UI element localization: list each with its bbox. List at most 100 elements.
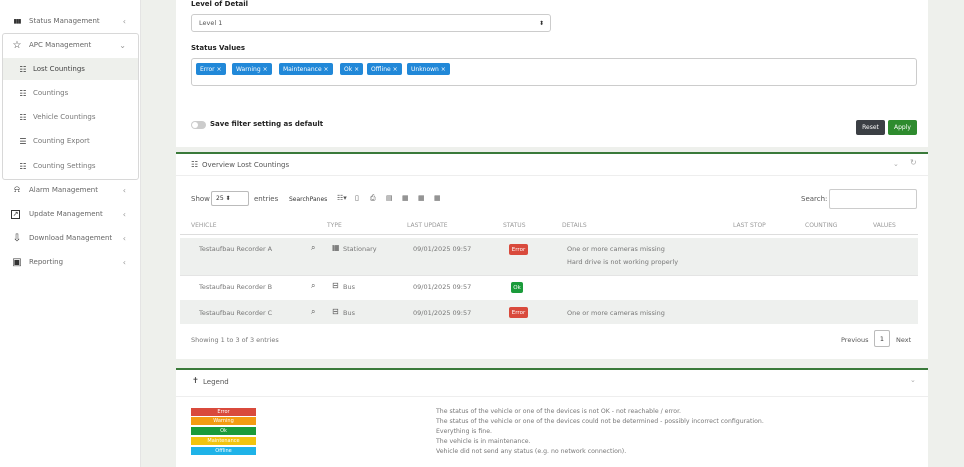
sidebar-item-label: Lost Countings: [33, 65, 85, 73]
collapse-icon[interactable]: ⌄: [893, 160, 899, 168]
legend-text-offline: Vehicle did not send any status (e.g. no…: [436, 448, 627, 455]
sidebar-item-label: Reporting: [29, 258, 64, 266]
column-header-counting[interactable]: Counting: [805, 222, 837, 229]
sidebar-item-label: Alarm Management: [29, 186, 98, 194]
search-icon[interactable]: ⌕: [311, 307, 315, 317]
details-line: One or more cameras missing: [567, 245, 665, 253]
sidebar-item-apc-management[interactable]: ☆ APC Management ⌄: [0, 34, 140, 56]
status-tag-error[interactable]: Error ×: [196, 63, 226, 75]
report-icon: ▣: [12, 256, 22, 268]
legend-swatch-ok: Ok: [191, 427, 256, 435]
sidebar-item-vehicle-countings[interactable]: ☷ Vehicle Countings: [0, 106, 140, 128]
level-of-detail-select[interactable]: Level 1 ⬍: [191, 14, 551, 32]
sidebar-item-label: Vehicle Countings: [33, 113, 96, 121]
external-link-icon: ↗: [11, 209, 20, 219]
chevron-down-icon: ⌄: [119, 40, 126, 50]
status-badge: Ok: [511, 282, 523, 293]
column-header-last-stop[interactable]: Last Stop: [733, 222, 766, 229]
csv-icon[interactable]: ▤: [386, 194, 393, 202]
sidebar-item-label: APC Management: [29, 41, 92, 49]
status-tag-unknown[interactable]: Unknown ×: [407, 63, 450, 75]
showing-entries-text: Showing 1 to 3 of 3 entries: [191, 336, 279, 344]
sidebar-item-update-management[interactable]: ↗ Update Management ‹: [0, 203, 140, 225]
column-header-values[interactable]: Values: [873, 222, 896, 229]
type-cell: Stationary: [343, 245, 377, 253]
details-line: Hard drive is not working properly: [567, 258, 679, 266]
legend-header-divider: [176, 396, 928, 397]
level-of-detail-value: Level 1: [199, 19, 223, 27]
vehicle-cell: Testaufbau Recorder B: [199, 283, 273, 291]
bar-chart-icon: ▮▮▮: [13, 17, 22, 25]
legend-text-warning: The status of the vehicle or one of the …: [436, 418, 764, 425]
sidebar-item-alarm-management[interactable]: ⍾ Alarm Management ‹: [0, 179, 140, 201]
apply-button[interactable]: Apply: [888, 120, 917, 135]
print-icon[interactable]: ⎙: [370, 194, 376, 203]
chevron-left-icon: ‹: [122, 233, 126, 243]
table-row[interactable]: [180, 300, 918, 324]
bus-icon: ⊟: [332, 307, 339, 316]
save-default-label: Save filter setting as default: [210, 120, 324, 128]
type-cell: Bus: [343, 309, 355, 317]
sidebar-item-countings[interactable]: ☷ Countings: [0, 82, 140, 104]
sidebar-item-counting-export[interactable]: ☰ Counting Export: [0, 130, 140, 152]
page-size-select[interactable]: 25 ⬍: [211, 191, 249, 206]
legend-text-error: The status of the vehicle or one of the …: [436, 408, 682, 415]
columns-toggle-icon[interactable]: ☷▾: [337, 194, 347, 202]
sidebar-item-counting-settings[interactable]: ☷ Counting Settings: [0, 155, 140, 177]
sidebar-item-download-management[interactable]: ⇩ Download Management ‹: [0, 227, 140, 249]
search-label: Search:: [801, 195, 828, 203]
collapse-icon[interactable]: ⌄: [910, 376, 916, 384]
column-header-last-update[interactable]: Last Update: [407, 222, 448, 229]
sidebar-item-lost-countings[interactable]: ☷ Lost Countings: [3, 58, 138, 80]
select-arrow-icon: ⬍: [538, 19, 544, 27]
column-header-status[interactable]: Status: [503, 222, 526, 229]
chevron-left-icon: ‹: [122, 257, 126, 267]
status-tag-offline[interactable]: Offline ×: [367, 63, 402, 75]
last-update-cell: 09/01/2025 09:57: [413, 283, 472, 291]
legend-swatch-offline: Offline: [191, 447, 256, 455]
refresh-icon[interactable]: ↻: [910, 158, 917, 167]
column-header-type[interactable]: Type: [327, 222, 342, 229]
sidebar-item-label: Download Management: [29, 234, 113, 242]
status-tag-maintenance[interactable]: Maintenance ×: [279, 63, 333, 75]
export-icon[interactable]: ▦: [434, 194, 441, 202]
search-icon[interactable]: ⌕: [311, 281, 315, 291]
status-tag-warning[interactable]: Warning ×: [232, 63, 272, 75]
star-icon: ☆: [12, 39, 22, 51]
legend-swatch-warning: Warning: [191, 417, 256, 425]
legend-text-maintenance: The vehicle is in maintenance.: [436, 438, 531, 445]
legend-title: Legend: [203, 378, 229, 386]
entries-label: entries: [254, 195, 279, 203]
show-label: Show: [191, 195, 210, 203]
excel-icon[interactable]: ▦: [402, 194, 409, 202]
sidebar-item-status-management[interactable]: ▮▮▮ Status Management ‹: [0, 10, 140, 32]
reset-button[interactable]: Reset: [856, 120, 885, 135]
chevron-left-icon: ‹: [122, 209, 126, 219]
save-default-toggle[interactable]: [191, 121, 206, 129]
column-header-details[interactable]: Details: [562, 222, 587, 229]
details-line: One or more cameras missing: [567, 309, 665, 317]
list-icon: ☷: [19, 64, 27, 74]
vehicle-cell: Testaufbau Recorder A: [199, 245, 273, 253]
sidebar-item-label: Status Management: [29, 17, 100, 25]
search-icon[interactable]: ⌕: [311, 243, 315, 253]
status-values-input[interactable]: Error × Warning × Maintenance × Ok × Off…: [191, 58, 917, 86]
sidebar-item-label: Update Management: [29, 210, 103, 218]
searchpanes-button[interactable]: SearchPanes: [289, 196, 327, 203]
table-row[interactable]: [180, 238, 918, 275]
search-input[interactable]: [829, 189, 917, 209]
next-button[interactable]: Next: [896, 336, 911, 344]
previous-button[interactable]: Previous: [841, 336, 868, 344]
stationary-icon: ▦: [332, 243, 340, 252]
level-of-detail-label: Level of Detail: [191, 0, 249, 8]
page-1-button[interactable]: 1: [874, 330, 890, 347]
status-tag-ok[interactable]: Ok ×: [340, 63, 364, 75]
column-header-vehicle[interactable]: Vehicle: [191, 222, 217, 229]
sidebar-item-reporting[interactable]: ▣ Reporting ‹: [0, 251, 140, 273]
legend-text-ok: Everything is fine.: [436, 428, 492, 435]
pdf-icon[interactable]: ▦: [418, 194, 425, 202]
copy-icon[interactable]: ▯: [355, 194, 359, 202]
bus-icon: ⊟: [332, 281, 339, 290]
chevron-left-icon: ‹: [122, 185, 126, 195]
download-icon: ⇩: [12, 232, 22, 244]
